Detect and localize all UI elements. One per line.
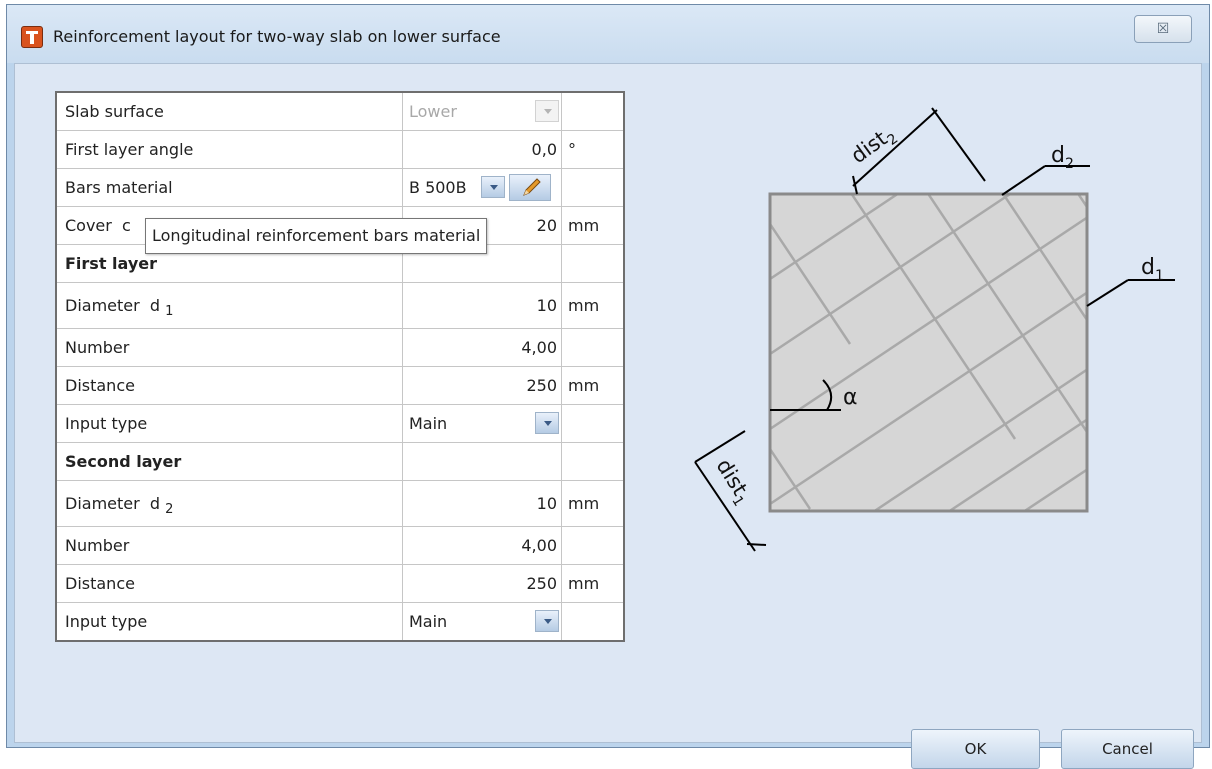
alpha-label: α — [843, 385, 858, 410]
slab-rect — [770, 194, 1087, 511]
app-icon — [21, 26, 43, 48]
close-button[interactable]: ☒ — [1134, 15, 1192, 43]
dist2-label: dist2 — [846, 121, 901, 171]
ok-button[interactable]: OK — [911, 729, 1040, 769]
cancel-button[interactable]: Cancel — [1061, 729, 1194, 769]
dialog-window: Reinforcement layout for two-way slab on… — [6, 4, 1210, 769]
d1-label: d1 — [1141, 255, 1164, 284]
title-bar[interactable]: Reinforcement layout for two-way slab on… — [7, 5, 1209, 63]
window-title: Reinforcement layout for two-way slab on… — [53, 27, 501, 46]
d2-label: d2 — [1051, 143, 1074, 172]
dist1-label: dist1 — [708, 455, 757, 510]
reinforcement-diagram: dist2 d2 d1 α dist1 — [694, 107, 1175, 552]
dialog-body: Slab surface Lower First layer angle 0,0… — [14, 63, 1202, 769]
tooltip: Longitudinal reinforcement bars material — [145, 218, 488, 254]
